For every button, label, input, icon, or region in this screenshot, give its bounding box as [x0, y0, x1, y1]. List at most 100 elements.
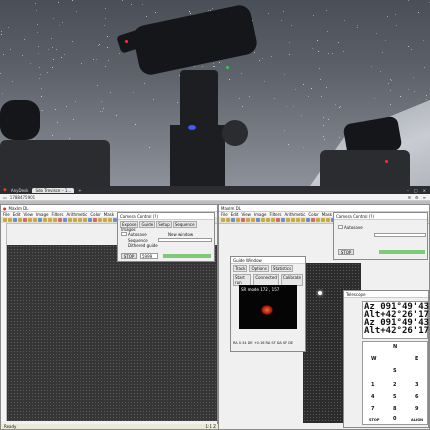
toolbar-button[interactable] — [276, 218, 280, 222]
keypad-key-5[interactable]: 5 — [393, 394, 396, 400]
toolbar-button[interactable] — [321, 218, 325, 222]
second-menu-arithmetic[interactable]: Arithmetic — [284, 212, 305, 217]
toolbar-button[interactable] — [241, 218, 245, 222]
main-menu-view[interactable]: View — [23, 212, 33, 217]
second-menu-file[interactable]: File — [221, 212, 228, 217]
second-menu-image[interactable]: Image — [254, 212, 267, 217]
remote-address[interactable]: 1788475901 — [10, 195, 35, 200]
autosave-checkbox[interactable] — [121, 232, 127, 236]
main-menu-image[interactable]: Image — [36, 212, 49, 217]
toolbar-button[interactable] — [311, 218, 315, 222]
second-menu-mask[interactable]: Mask — [322, 212, 332, 217]
second-path-field[interactable] — [374, 233, 426, 237]
toolbar-button[interactable] — [98, 218, 102, 222]
toolbar-button[interactable] — [281, 218, 285, 222]
toolbar-button[interactable] — [261, 218, 265, 222]
keypad-key-8[interactable]: 8 — [393, 406, 396, 412]
camera-tab-setup[interactable]: Setup — [156, 221, 172, 228]
toolbar-button[interactable] — [226, 218, 230, 222]
keypad-key-e[interactable]: E — [415, 356, 418, 362]
main-menu-arithmetic[interactable]: Arithmetic — [66, 212, 87, 217]
main-menu-color[interactable]: Color — [90, 212, 100, 217]
toolbar-button[interactable] — [78, 218, 82, 222]
chat-icon[interactable]: ✉ — [408, 195, 411, 200]
camera-tab-sequence[interactable]: Sequence — [172, 221, 197, 228]
guide-star-view[interactable]: SR mode 172 , 157 — [239, 285, 297, 329]
main-menu-edit[interactable]: Edit — [13, 212, 21, 217]
toolbar-button[interactable] — [246, 218, 250, 222]
main-menu-filters[interactable]: Filters — [51, 212, 63, 217]
toolbar-button[interactable] — [256, 218, 260, 222]
toolbar-button[interactable] — [33, 218, 37, 222]
session-tab[interactable]: Sdo Trevisce – 1... — [32, 187, 75, 193]
toolbar-button[interactable] — [316, 218, 320, 222]
toolbar-button[interactable] — [231, 218, 235, 222]
main-menu-file[interactable]: File — [3, 212, 10, 217]
main-menu-mask[interactable]: Mask — [104, 212, 114, 217]
toolbar-button[interactable] — [13, 218, 17, 222]
camera-tab-guide[interactable]: Guide — [139, 221, 156, 228]
keypad-key-7[interactable]: 7 — [371, 406, 374, 412]
guider-tab-statistics[interactable]: Statistics — [270, 265, 294, 272]
keypad-key-w[interactable]: W — [371, 356, 377, 362]
toolbar-button[interactable] — [266, 218, 270, 222]
second-dialog-stop[interactable]: STOP — [338, 249, 354, 255]
keypad-key-align[interactable]: ALIGN — [411, 418, 423, 422]
second-autosave-checkbox[interactable] — [338, 225, 343, 229]
toolbar-button[interactable] — [38, 218, 42, 222]
second-menu-edit[interactable]: Edit — [231, 212, 239, 217]
keypad-key-9[interactable]: 9 — [415, 406, 418, 412]
keypad-key-6[interactable]: 6 — [415, 394, 418, 400]
toolbar-button[interactable] — [58, 218, 62, 222]
toolbar-button[interactable] — [68, 218, 72, 222]
toolbar-button[interactable] — [93, 218, 97, 222]
toolbar-button[interactable] — [271, 218, 275, 222]
keypad-key-1[interactable]: 1 — [371, 382, 374, 388]
toolbar-button[interactable] — [8, 218, 12, 222]
keypad-key-4[interactable]: 4 — [371, 394, 374, 400]
keypad-key-3[interactable]: 3 — [415, 382, 418, 388]
toolbar-button[interactable] — [63, 218, 67, 222]
toolbar-button[interactable] — [28, 218, 32, 222]
minimize-icon[interactable]: – — [407, 188, 409, 193]
toolbar-button[interactable] — [3, 218, 7, 222]
toolbar-button[interactable] — [306, 218, 310, 222]
toolbar-button[interactable] — [88, 218, 92, 222]
menu-icon[interactable]: ≡ — [423, 195, 426, 200]
exposure-field[interactable]: 5999 — [140, 253, 158, 259]
maximize-icon[interactable]: □ — [414, 188, 418, 193]
toolbar-button[interactable] — [326, 218, 330, 222]
toolbar-button[interactable] — [251, 218, 255, 222]
toolbar-button[interactable] — [108, 218, 112, 222]
new-tab-icon[interactable]: + — [78, 188, 81, 193]
keypad-key-stop[interactable]: STOP — [369, 418, 379, 422]
toolbar-button[interactable] — [23, 218, 27, 222]
guider-tab-options[interactable]: Options — [249, 265, 269, 272]
toolbar-button[interactable] — [43, 218, 47, 222]
toolbar-button[interactable] — [53, 218, 57, 222]
toolbar-button[interactable] — [48, 218, 52, 222]
toolbar-button[interactable] — [296, 218, 300, 222]
toolbar-button[interactable] — [286, 218, 290, 222]
keypad-key-s[interactable]: S — [393, 368, 397, 374]
second-menu-view[interactable]: View — [241, 212, 251, 217]
toolbar-button[interactable] — [301, 218, 305, 222]
keypad-key-2[interactable]: 2 — [393, 382, 396, 388]
ccd-image-view[interactable] — [7, 245, 217, 421]
stop-button[interactable]: STOP — [121, 253, 137, 259]
toolbar-button[interactable] — [73, 218, 77, 222]
close-icon[interactable]: ✕ — [423, 188, 426, 193]
toolbar-button[interactable] — [83, 218, 87, 222]
file-path-field[interactable] — [158, 238, 212, 242]
gear-icon[interactable]: ⚙ — [415, 195, 419, 200]
second-menu-filters[interactable]: Filters — [269, 212, 281, 217]
keypad-key-n[interactable]: N — [393, 344, 397, 350]
second-menu-color[interactable]: Color — [308, 212, 318, 217]
toolbar-button[interactable] — [18, 218, 22, 222]
toolbar-button[interactable] — [221, 218, 225, 222]
toolbar-button[interactable] — [103, 218, 107, 222]
guider-tab-track[interactable]: Track — [233, 265, 248, 272]
toolbar-button[interactable] — [236, 218, 240, 222]
keypad-key-0[interactable]: 0 — [393, 416, 396, 422]
toolbar-button[interactable] — [291, 218, 295, 222]
